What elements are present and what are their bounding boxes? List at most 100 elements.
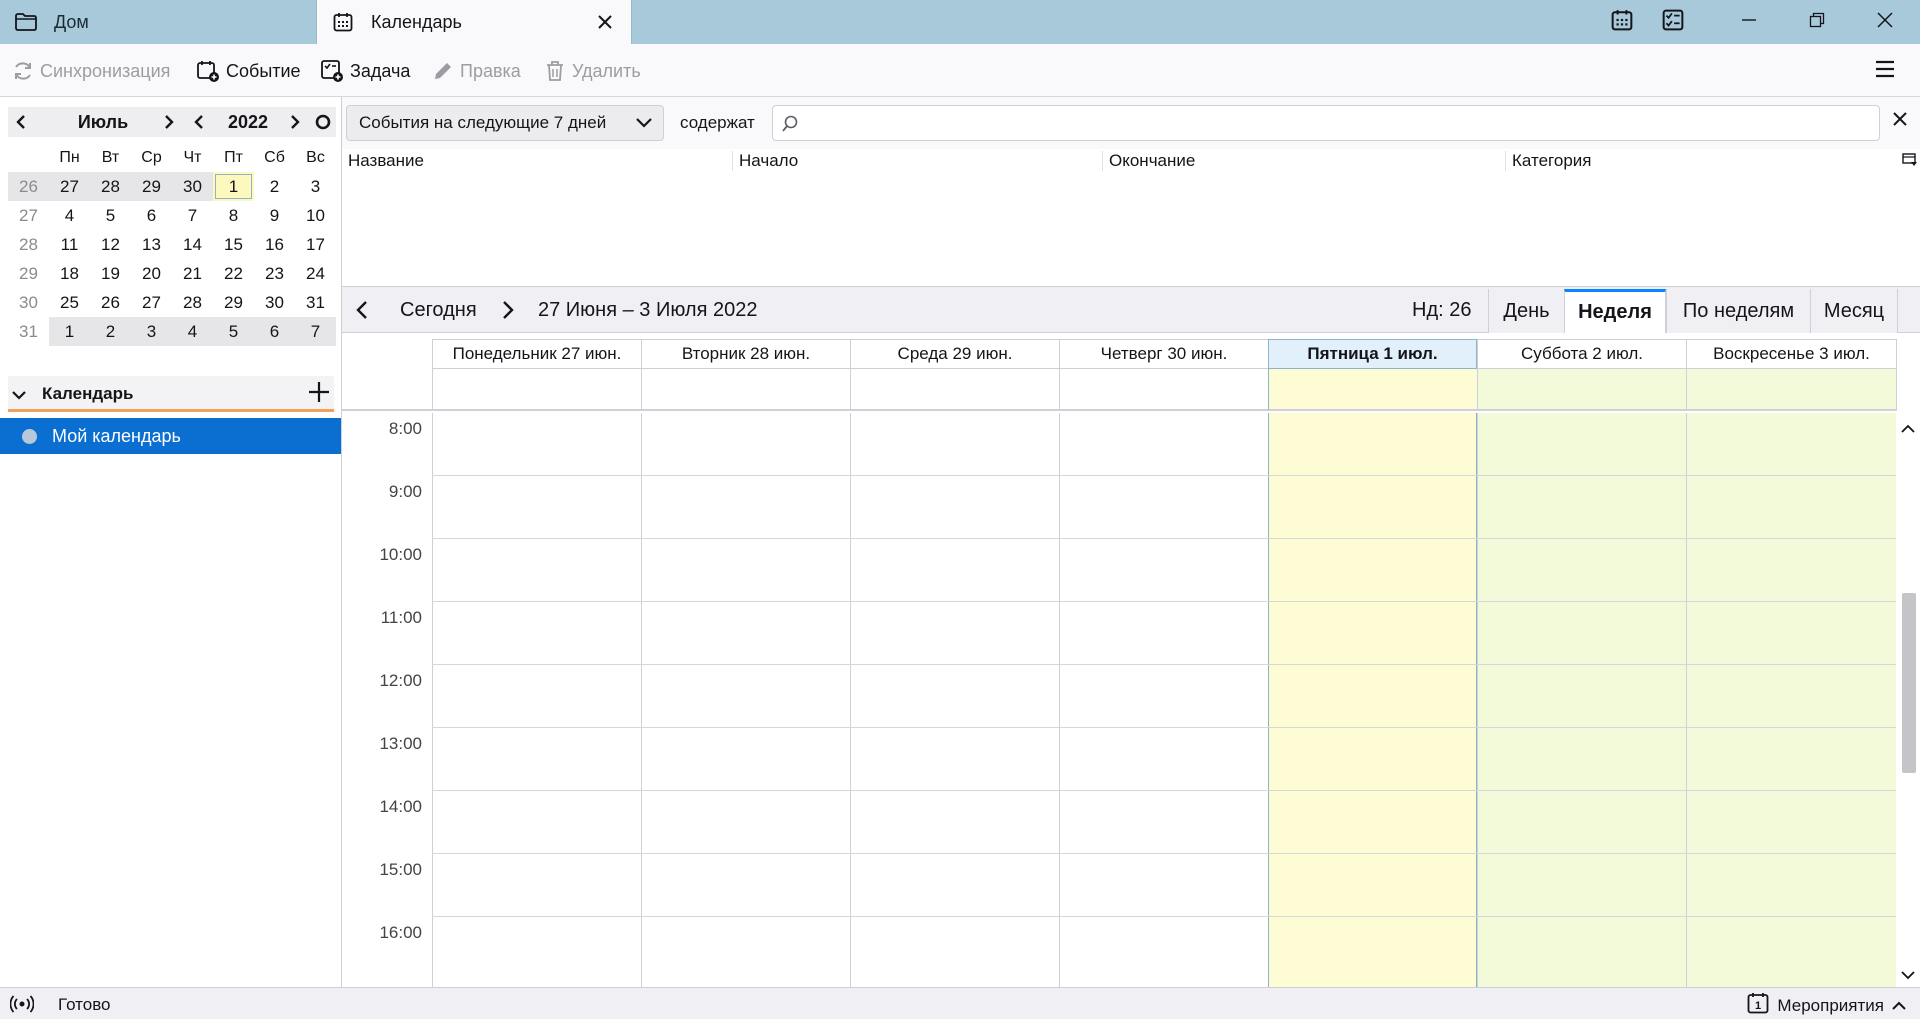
event-filter-select[interactable]: События на следующие 7 дней xyxy=(346,105,664,141)
prev-year-button[interactable] xyxy=(186,107,212,137)
day-cell[interactable]: 14 xyxy=(172,230,213,259)
day-cell[interactable]: 3 xyxy=(295,172,336,201)
day-column[interactable] xyxy=(1059,413,1268,987)
next-year-button[interactable] xyxy=(282,107,308,137)
day-cell[interactable]: 18 xyxy=(49,259,90,288)
day-cell[interactable]: 17 xyxy=(295,230,336,259)
day-header-today[interactable]: Пятница 1 июл. xyxy=(1268,339,1477,369)
day-cell[interactable]: 5 xyxy=(90,201,131,230)
close-window-button[interactable] xyxy=(1860,0,1910,44)
day-cell[interactable]: 26 xyxy=(90,288,131,317)
prev-month-button[interactable] xyxy=(8,107,34,137)
day-cell[interactable]: 3 xyxy=(131,317,172,346)
day-cell[interactable]: 11 xyxy=(49,230,90,259)
day-cell[interactable]: 8 xyxy=(213,201,254,230)
day-column-weekend[interactable] xyxy=(1477,413,1686,987)
day-cell[interactable]: 27 xyxy=(49,172,90,201)
day-cell[interactable]: 4 xyxy=(49,201,90,230)
column-start[interactable]: Начало xyxy=(732,151,1102,171)
day-header[interactable]: Воскресенье 3 июл. xyxy=(1686,339,1897,369)
day-cell[interactable]: 9 xyxy=(254,201,295,230)
day-cell-today[interactable]: 1 xyxy=(213,172,254,201)
tasks-tab-button[interactable] xyxy=(1648,0,1698,44)
day-header[interactable]: Четверг 30 июн. xyxy=(1059,339,1268,369)
next-week-button[interactable] xyxy=(502,287,514,333)
day-column[interactable] xyxy=(850,413,1059,987)
day-cell[interactable]: 31 xyxy=(295,288,336,317)
minimonth-year[interactable]: 2022 xyxy=(213,107,283,137)
day-cell[interactable]: 12 xyxy=(90,230,131,259)
allday-cell-weekend[interactable] xyxy=(1477,369,1686,411)
day-cell[interactable]: 5 xyxy=(213,317,254,346)
previous-week-button[interactable] xyxy=(356,287,368,333)
day-header[interactable]: Среда 29 июн. xyxy=(850,339,1059,369)
allday-cell[interactable] xyxy=(1059,369,1268,411)
day-cell[interactable]: 13 xyxy=(131,230,172,259)
day-cell[interactable]: 15 xyxy=(213,230,254,259)
chevron-down-icon[interactable] xyxy=(12,385,26,405)
calendar-tab-button[interactable] xyxy=(1597,0,1647,44)
tab-calendar[interactable]: Календарь xyxy=(316,0,632,44)
calendar-item-my-calendar[interactable]: Мой календарь xyxy=(0,418,341,454)
day-column-today[interactable] xyxy=(1268,413,1477,987)
allday-cell-weekend[interactable] xyxy=(1686,369,1897,411)
close-tab-icon[interactable] xyxy=(593,10,617,34)
day-header[interactable]: Суббота 2 июл. xyxy=(1477,339,1686,369)
day-cell[interactable]: 27 xyxy=(131,288,172,317)
search-input[interactable] xyxy=(772,105,1880,141)
day-cell[interactable]: 19 xyxy=(90,259,131,288)
today-nav-button[interactable]: Сегодня xyxy=(400,287,477,333)
day-cell[interactable]: 16 xyxy=(254,230,295,259)
delete-button[interactable]: Удалить xyxy=(544,56,641,86)
vertical-scrollbar[interactable] xyxy=(1896,413,1920,987)
day-header[interactable]: Вторник 28 июн. xyxy=(641,339,850,369)
app-menu-button[interactable] xyxy=(1874,58,1900,84)
day-cell[interactable]: 24 xyxy=(295,259,336,288)
sync-button[interactable]: Синхронизация xyxy=(12,56,170,86)
tab-home[interactable]: Дом xyxy=(0,0,316,44)
tab-multiweek[interactable]: По неделям xyxy=(1666,289,1810,333)
allday-cell[interactable] xyxy=(641,369,850,411)
day-cell[interactable]: 4 xyxy=(172,317,213,346)
column-picker-icon[interactable] xyxy=(1902,152,1918,173)
events-pane-toggle[interactable]: 1 Мероприятия xyxy=(1747,992,1906,1019)
allday-cell[interactable] xyxy=(432,369,641,411)
scrollbar-thumb[interactable] xyxy=(1902,593,1916,773)
day-column[interactable] xyxy=(641,413,850,987)
tab-month[interactable]: Месяц xyxy=(1810,289,1898,333)
close-filter-icon[interactable] xyxy=(1892,111,1908,132)
day-cell[interactable]: 28 xyxy=(172,288,213,317)
day-column-weekend[interactable] xyxy=(1686,413,1896,987)
column-category[interactable]: Категория xyxy=(1505,151,1895,171)
day-cell[interactable]: 6 xyxy=(254,317,295,346)
tab-day[interactable]: День xyxy=(1488,289,1564,333)
day-cell[interactable]: 30 xyxy=(172,172,213,201)
edit-button[interactable]: Правка xyxy=(432,56,521,86)
day-cell[interactable]: 1 xyxy=(49,317,90,346)
add-calendar-icon[interactable] xyxy=(308,381,330,408)
day-cell[interactable]: 20 xyxy=(131,259,172,288)
day-cell[interactable]: 29 xyxy=(131,172,172,201)
new-event-button[interactable]: Событие xyxy=(196,56,301,86)
day-cell[interactable]: 10 xyxy=(295,201,336,230)
scroll-down-icon[interactable] xyxy=(1901,965,1915,985)
restore-button[interactable] xyxy=(1792,0,1842,44)
day-cell[interactable]: 25 xyxy=(49,288,90,317)
day-cell[interactable]: 22 xyxy=(213,259,254,288)
day-cell[interactable]: 7 xyxy=(172,201,213,230)
day-cell[interactable]: 7 xyxy=(295,317,336,346)
day-cell[interactable]: 29 xyxy=(213,288,254,317)
minimonth-month[interactable]: Июль xyxy=(38,107,168,137)
tab-week[interactable]: Неделя xyxy=(1564,289,1666,333)
day-cell[interactable]: 6 xyxy=(131,201,172,230)
day-cell[interactable]: 23 xyxy=(254,259,295,288)
calendar-color-dot[interactable] xyxy=(22,428,37,444)
today-button[interactable] xyxy=(310,107,336,137)
online-status-icon[interactable] xyxy=(9,994,35,1019)
day-cell[interactable]: 21 xyxy=(172,259,213,288)
day-header[interactable]: Понедельник 27 июн. xyxy=(432,339,641,369)
scroll-up-icon[interactable] xyxy=(1901,419,1915,439)
allday-cell-today[interactable] xyxy=(1268,369,1477,411)
allday-cell[interactable] xyxy=(850,369,1059,411)
day-cell[interactable]: 28 xyxy=(90,172,131,201)
